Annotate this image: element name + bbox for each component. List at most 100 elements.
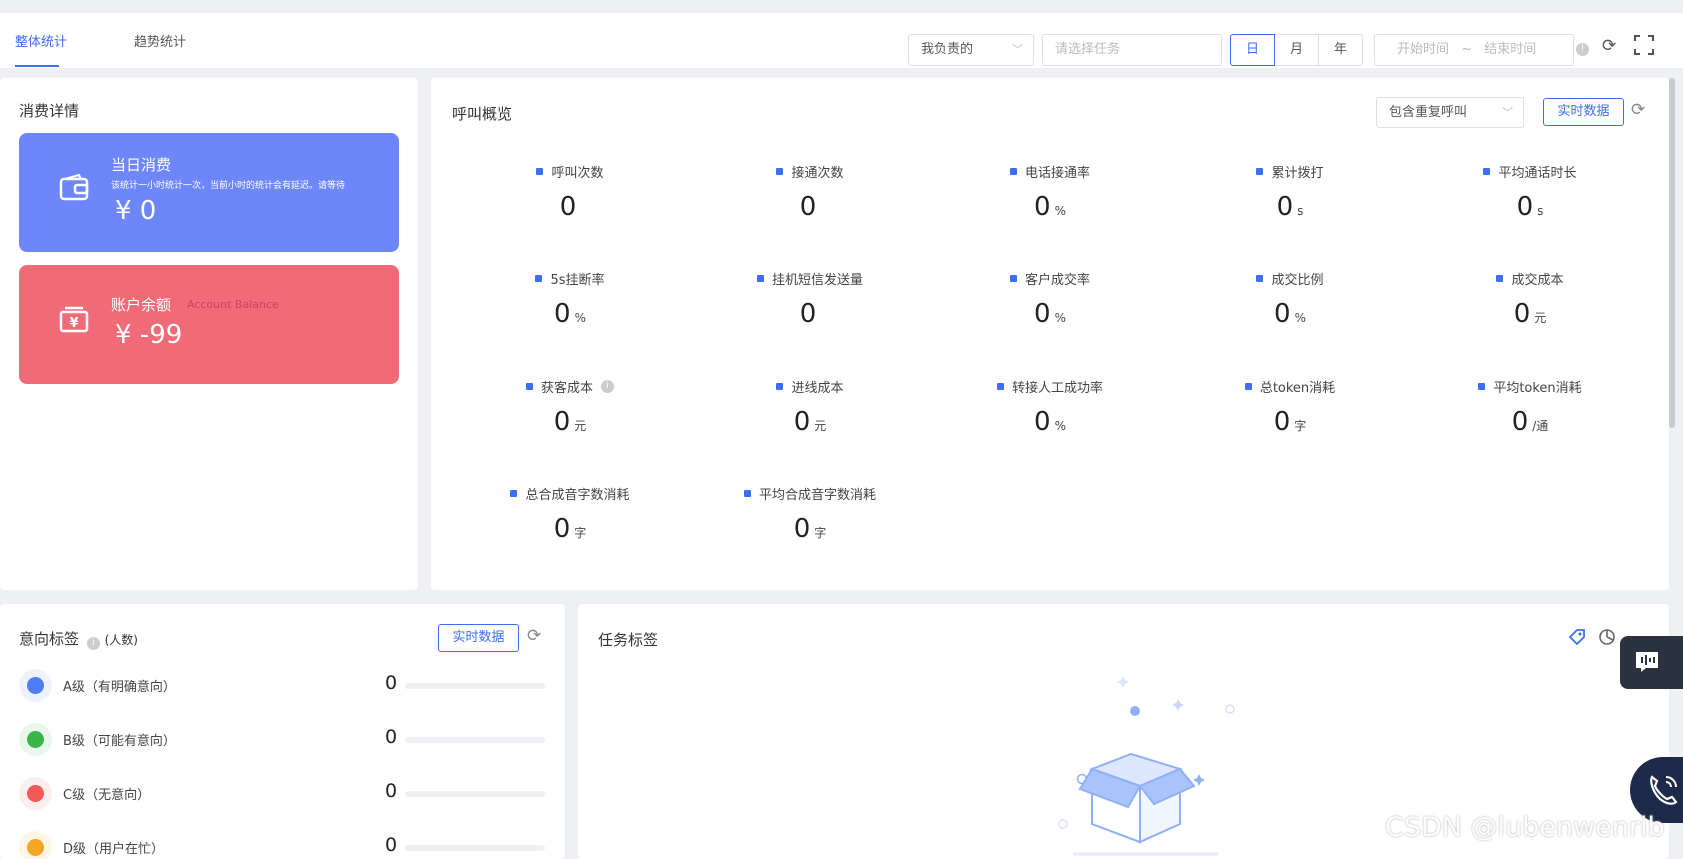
intent-realtime-data-button[interactable]: 实时数据 [438, 624, 519, 652]
metric-value: 0 [793, 407, 811, 437]
owner-select[interactable]: 我负责的 ﹀ [908, 34, 1034, 66]
intent-name: D级（用户在忙） [63, 842, 165, 857]
metric-value: 0 [554, 299, 571, 329]
bullet-icon [996, 382, 1004, 390]
metric-label: 进线成本 [791, 380, 844, 396]
metric-avg-tts-chars: 平均合成音字数消耗 0字 [690, 484, 930, 544]
metric-unit: s [1297, 204, 1304, 218]
call-overview-card: 呼叫概览 包含重复呼叫 ﹀ 实时数据 ⟳ 呼叫次数 0 接通次数 0 电话接通率… [431, 78, 1669, 590]
metric-label: 客户成交率 [1024, 272, 1090, 288]
metric-label: 获客成本 [540, 380, 593, 396]
empty-box-illustration [1058, 676, 1235, 856]
bullet-icon [776, 167, 784, 175]
metric-value: 0 [799, 192, 817, 222]
bullet-icon [1256, 274, 1264, 282]
bullet-icon [1496, 274, 1504, 282]
balance-title: 账户余额 [111, 296, 172, 314]
metric-unit: % [1054, 311, 1066, 325]
task-select-placeholder: 请选择任务 [1055, 42, 1121, 57]
period-year-button[interactable]: 年 [1318, 34, 1363, 66]
intent-count: 0 [385, 672, 398, 694]
refresh-icon[interactable]: ⟳ [527, 626, 541, 646]
metric-unit: s [1537, 204, 1544, 218]
balance-amount: ¥ -99 [115, 320, 183, 350]
period-day-button[interactable]: 日 [1230, 34, 1275, 66]
metric-total-dial: 累计拨打 0s [1170, 162, 1410, 222]
task-tags-title: 任务标签 [598, 631, 659, 649]
metric-label: 电话接通率 [1024, 165, 1090, 181]
metric-label: 5s挂断率 [550, 272, 605, 288]
chevron-down-icon: ﹀ [1012, 43, 1023, 56]
metric-label: 呼叫次数 [551, 165, 604, 181]
metric-unit: 元 [1534, 311, 1547, 325]
metric-label: 平均通话时长 [1498, 165, 1577, 181]
intent-title-suffix: (人数) [104, 633, 138, 647]
intent-name: B级（可能有意向） [63, 734, 176, 749]
metric-label: 总token消耗 [1259, 380, 1336, 396]
metric-unit: 元 [574, 419, 587, 433]
metric-label: 成交比例 [1271, 272, 1324, 288]
intent-progress-bar [405, 791, 545, 797]
metric-label: 平均合成音字数消耗 [758, 487, 876, 503]
fullscreen-icon[interactable] [1634, 35, 1654, 60]
metric-label: 挂机短信发送量 [771, 272, 863, 288]
bullet-icon [510, 489, 518, 497]
call-overview-title: 呼叫概览 [452, 105, 513, 123]
metric-inbound-cost: 进线成本 0元 [690, 377, 930, 437]
refresh-icon[interactable]: ⟳ [1631, 100, 1645, 120]
metric-call-count: 呼叫次数 0 [450, 162, 690, 222]
frown-icon [19, 777, 52, 810]
date-range-picker[interactable]: 开始时间 ~ 结束时间 [1374, 34, 1574, 66]
info-icon[interactable]: i [601, 379, 614, 393]
metric-unit: % [1294, 311, 1306, 325]
metric-value: 0 [553, 407, 571, 437]
voice-assistant-button[interactable] [1620, 636, 1683, 689]
intent-row-c: C级（无意向） 0 [19, 775, 549, 815]
today-cost-box: 当日消费 该统计一小时统计一次，当前小时的统计会有延迟。请等待 ¥ 0 [19, 133, 399, 252]
metric-total-token: 总token消耗 0字 [1170, 377, 1410, 437]
tab-trend[interactable]: 趋势统计 [134, 31, 186, 50]
metric-unit: 字 [1294, 419, 1307, 433]
realtime-data-button[interactable]: 实时数据 [1543, 98, 1624, 126]
metric-value: 0 [553, 514, 571, 544]
pie-chart-icon[interactable] [1598, 628, 1616, 646]
task-select[interactable]: 请选择任务 [1042, 34, 1222, 66]
metric-value: 0 [1034, 192, 1051, 222]
period-month-button[interactable]: 月 [1274, 34, 1319, 66]
intent-name: C级（无意向） [63, 788, 151, 803]
metric-label: 成交成本 [1511, 272, 1564, 288]
balance-box: ¥ 账户余额 Account Balance ¥ -99 [19, 265, 399, 384]
scrollbar[interactable] [1669, 78, 1675, 428]
metric-unit: % [1054, 419, 1066, 433]
repeat-call-select[interactable]: 包含重复呼叫 ﹀ [1376, 97, 1524, 128]
owner-select-value: 我负责的 [921, 42, 974, 57]
metric-label: 累计拨打 [1271, 165, 1324, 181]
svg-text:¥: ¥ [69, 316, 78, 331]
smile-icon [19, 669, 52, 702]
intent-row-b: B级（可能有意向） 0 [19, 721, 549, 761]
bullet-icon [743, 489, 751, 497]
bullet-icon [1244, 382, 1252, 390]
metric-value: 0 [559, 192, 577, 222]
tab-overall[interactable]: 整体统计 [15, 31, 67, 50]
info-icon[interactable]: i [86, 637, 100, 650]
info-icon[interactable]: ! [1576, 43, 1589, 56]
busy-icon [19, 831, 52, 859]
refresh-icon[interactable]: ⟳ [1602, 36, 1616, 56]
smile-icon [19, 723, 52, 756]
bullet-icon [536, 167, 544, 175]
balance-subtitle: Account Balance [187, 298, 279, 311]
metric-deal-cost: 成交成本 0元 [1410, 269, 1650, 329]
today-cost-amount: ¥ 0 [115, 196, 157, 226]
bullet-icon [1009, 274, 1017, 282]
today-cost-title: 当日消费 [111, 156, 172, 174]
date-start: 开始时间 [1397, 42, 1450, 57]
intent-name: A级（有明确意向） [63, 680, 176, 695]
bullet-icon [1256, 167, 1264, 175]
intent-progress-bar [405, 845, 545, 851]
metric-hangup-sms-count: 挂机短信发送量 0 [690, 269, 930, 329]
metric-value: 0 [793, 514, 811, 544]
tag-icon[interactable] [1568, 628, 1586, 646]
wallet-icon [59, 173, 89, 201]
metric-deal-ratio: 成交比例 0% [1170, 269, 1410, 329]
